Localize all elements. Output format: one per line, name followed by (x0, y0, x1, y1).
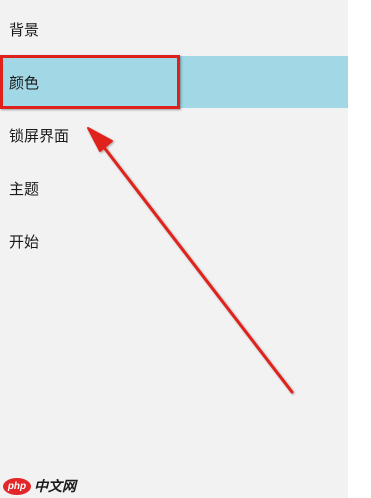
sidebar-item-label: 锁屏界面 (9, 126, 70, 145)
sidebar-item-colors[interactable]: 颜色 (0, 56, 348, 108)
sidebar-item-themes[interactable]: 主题 (0, 162, 348, 214)
sidebar-item-background[interactable]: 背景 (0, 3, 348, 55)
sidebar-item-label: 背景 (9, 20, 40, 39)
php-logo-icon: php (3, 477, 31, 495)
sidebar-item-label: 主题 (9, 179, 40, 198)
sidebar-item-label: 开始 (9, 232, 40, 251)
sidebar-item-start[interactable]: 开始 (0, 215, 348, 267)
settings-sidebar: 背景 颜色 锁屏界面 主题 开始 (0, 0, 348, 498)
sidebar-item-lock-screen[interactable]: 锁屏界面 (0, 109, 348, 161)
watermark-text: 中文网 (34, 479, 76, 495)
content-area (348, 0, 371, 498)
watermark: php 中文网 (3, 476, 76, 496)
sidebar-item-label: 颜色 (9, 73, 40, 92)
